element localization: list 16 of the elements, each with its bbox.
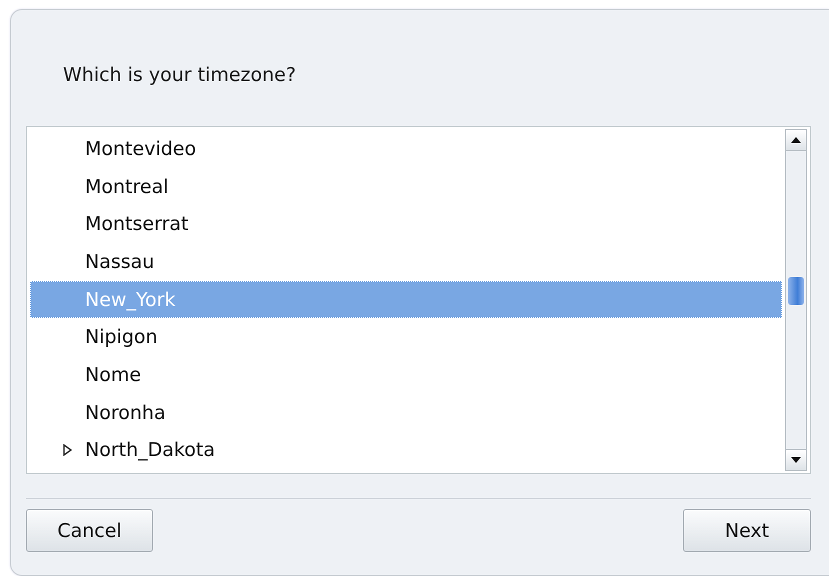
next-button[interactable]: Next [683,509,811,552]
timezone-item[interactable]: Nassau [30,243,782,281]
timezone-item[interactable]: Nipigon [30,318,782,356]
scroll-thumb[interactable] [788,277,804,305]
timezone-item[interactable]: Montserrat [30,205,782,244]
expander-icon[interactable] [63,444,72,456]
timezone-item[interactable]: Nome [30,356,782,394]
scroll-down-icon[interactable] [791,457,801,463]
timezone-item[interactable]: Montevideo [30,130,782,168]
timezone-item[interactable]: Noronha [30,394,782,432]
timezone-item[interactable]: Montreal [30,168,782,206]
cancel-button[interactable]: Cancel [26,509,153,552]
timezone-item[interactable]: North_Dakota [30,432,782,470]
scrollbar[interactable] [785,129,807,471]
scroll-up-icon[interactable] [791,137,801,143]
question-text: Which is your timezone? [63,63,297,88]
